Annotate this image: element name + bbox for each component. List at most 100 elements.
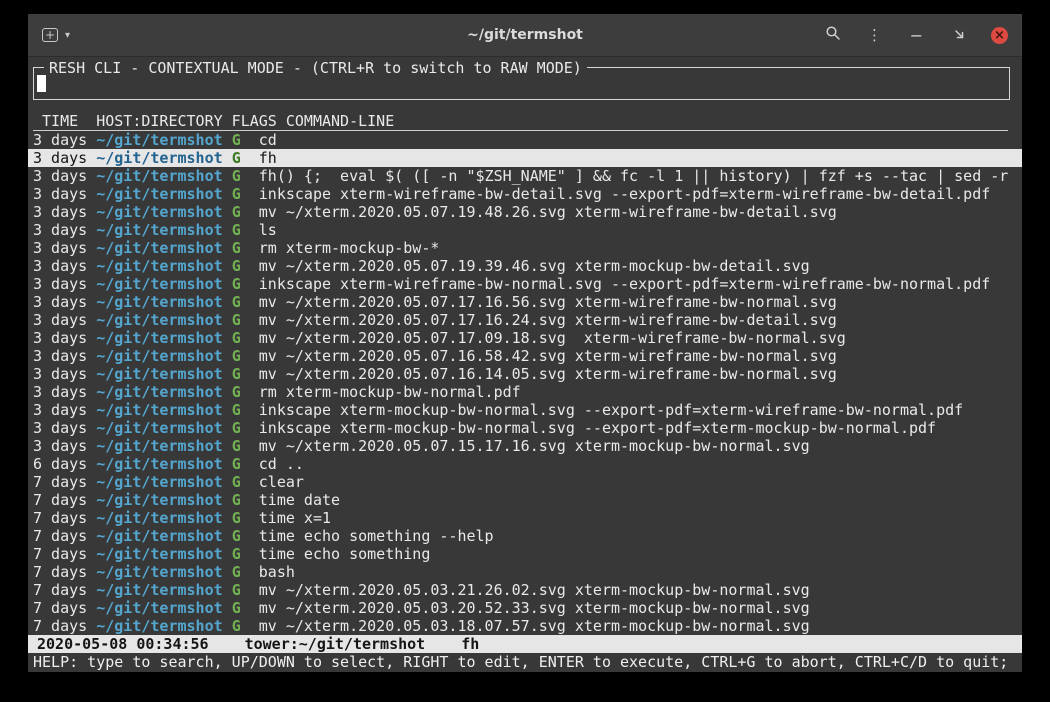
row-time: 3 days bbox=[33, 311, 87, 329]
row-time: 3 days bbox=[33, 365, 87, 383]
history-row[interactable]: 3 days ~/git/termshot G mv ~/xterm.2020.… bbox=[28, 437, 1022, 455]
history-row[interactable]: 3 days ~/git/termshot G inkscape xterm-w… bbox=[28, 275, 1022, 293]
row-host-directory: ~/git/termshot bbox=[96, 239, 222, 257]
search-button[interactable] bbox=[823, 26, 842, 45]
new-tab-button[interactable]: + ▾ bbox=[42, 28, 70, 42]
row-host-directory: ~/git/termshot bbox=[96, 509, 222, 527]
history-row[interactable]: 3 days ~/git/termshot G fh() {; eval $( … bbox=[28, 167, 1022, 185]
row-time: 3 days bbox=[33, 401, 87, 419]
row-command: mv ~/xterm.2020.05.07.19.48.26.svg xterm… bbox=[259, 203, 837, 221]
history-row[interactable]: 7 days ~/git/termshot G time x=1 bbox=[28, 509, 1022, 527]
row-time: 3 days bbox=[33, 293, 87, 311]
history-row[interactable]: 3 days ~/git/termshot G mv ~/xterm.2020.… bbox=[28, 203, 1022, 221]
history-row[interactable]: 3 days ~/git/termshot G rm xterm-mockup-… bbox=[28, 239, 1022, 257]
row-flags: G bbox=[232, 545, 241, 563]
row-host-directory: ~/git/termshot bbox=[96, 293, 222, 311]
row-host-directory: ~/git/termshot bbox=[96, 401, 222, 419]
row-command: mv ~/xterm.2020.05.07.17.16.24.svg xterm… bbox=[259, 311, 837, 329]
row-flags: G bbox=[232, 599, 241, 617]
history-row[interactable]: 6 days ~/git/termshot G cd .. bbox=[28, 455, 1022, 473]
history-row[interactable]: 3 days ~/git/termshot G mv ~/xterm.2020.… bbox=[28, 257, 1022, 275]
status-command: fh bbox=[461, 635, 479, 653]
row-flags: G bbox=[232, 473, 241, 491]
row-flags: G bbox=[232, 293, 241, 311]
search-box-title: RESH CLI - CONTEXTUAL MODE - (CTRL+R to … bbox=[44, 59, 587, 77]
history-row[interactable]: 3 days ~/git/termshot G rm xterm-mockup-… bbox=[28, 383, 1022, 401]
history-row[interactable]: 7 days ~/git/termshot G clear bbox=[28, 473, 1022, 491]
close-button[interactable]: × bbox=[991, 27, 1008, 44]
row-command: clear bbox=[259, 473, 304, 491]
row-command: mv ~/xterm.2020.05.07.17.16.56.svg xterm… bbox=[259, 293, 837, 311]
row-flags: G bbox=[232, 491, 241, 509]
row-command: time echo something bbox=[259, 545, 431, 563]
history-row[interactable]: 3 days ~/git/termshot G inkscape xterm-w… bbox=[28, 185, 1022, 203]
row-time: 3 days bbox=[33, 203, 87, 221]
row-time: 3 days bbox=[33, 185, 87, 203]
history-row[interactable]: 3 days ~/git/termshot G inkscape xterm-m… bbox=[28, 401, 1022, 419]
restore-button[interactable] bbox=[949, 26, 968, 45]
history-row[interactable]: 3 days ~/git/termshot G inkscape xterm-m… bbox=[28, 419, 1022, 437]
row-command: cd bbox=[259, 131, 277, 149]
row-flags: G bbox=[232, 149, 241, 167]
history-row[interactable]: 3 days ~/git/termshot G mv ~/xterm.2020.… bbox=[28, 311, 1022, 329]
row-command: bash bbox=[259, 563, 295, 581]
row-time: 6 days bbox=[33, 455, 87, 473]
menu-button[interactable]: ⋮ bbox=[865, 26, 884, 45]
row-command: mv ~/xterm.2020.05.07.16.58.42.svg xterm… bbox=[259, 347, 837, 365]
row-command: mv ~/xterm.2020.05.07.17.09.18.svg xterm… bbox=[259, 329, 846, 347]
row-host-directory: ~/git/termshot bbox=[96, 617, 222, 635]
text-cursor bbox=[37, 75, 46, 92]
row-host-directory: ~/git/termshot bbox=[96, 437, 222, 455]
history-row[interactable]: 3 days ~/git/termshot G cd bbox=[28, 131, 1022, 149]
history-row[interactable]: 7 days ~/git/termshot G bash bbox=[28, 563, 1022, 581]
history-row[interactable]: 7 days ~/git/termshot G time date bbox=[28, 491, 1022, 509]
minimize-icon: − bbox=[910, 26, 923, 45]
search-input-box[interactable]: RESH CLI - CONTEXTUAL MODE - (CTRL+R to … bbox=[33, 67, 1010, 100]
row-host-directory: ~/git/termshot bbox=[96, 599, 222, 617]
row-time: 3 days bbox=[33, 257, 87, 275]
row-flags: G bbox=[232, 347, 241, 365]
row-time: 7 days bbox=[33, 617, 87, 635]
history-row[interactable]: 7 days ~/git/termshot G time echo someth… bbox=[28, 545, 1022, 563]
row-time: 3 days bbox=[33, 347, 87, 365]
row-time: 7 days bbox=[33, 527, 87, 545]
row-command: time echo something --help bbox=[259, 527, 494, 545]
kebab-menu-icon: ⋮ bbox=[867, 26, 882, 45]
row-command: mv ~/xterm.2020.05.03.21.26.02.svg xterm… bbox=[259, 581, 810, 599]
search-icon bbox=[825, 25, 841, 45]
row-flags: G bbox=[232, 329, 241, 347]
chevron-down-icon[interactable]: ▾ bbox=[65, 30, 70, 41]
row-time: 3 days bbox=[33, 329, 87, 347]
history-row[interactable]: 3 days ~/git/termshot G mv ~/xterm.2020.… bbox=[28, 293, 1022, 311]
row-host-directory: ~/git/termshot bbox=[96, 347, 222, 365]
history-rows: 3 days ~/git/termshot G cd3 days ~/git/t… bbox=[28, 131, 1022, 635]
row-host-directory: ~/git/termshot bbox=[96, 131, 222, 149]
row-command: mv ~/xterm.2020.05.03.18.07.57.svg xterm… bbox=[259, 617, 810, 635]
row-host-directory: ~/git/termshot bbox=[96, 563, 222, 581]
history-row[interactable]: 3 days ~/git/termshot G mv ~/xterm.2020.… bbox=[28, 347, 1022, 365]
row-flags: G bbox=[232, 185, 241, 203]
row-host-directory: ~/git/termshot bbox=[96, 491, 222, 509]
new-tab-icon: + bbox=[42, 28, 58, 42]
row-time: 3 days bbox=[33, 131, 87, 149]
row-flags: G bbox=[232, 383, 241, 401]
row-time: 7 days bbox=[33, 581, 87, 599]
minimize-button[interactable]: − bbox=[907, 26, 926, 45]
row-host-directory: ~/git/termshot bbox=[96, 203, 222, 221]
terminal-window: + ▾ ~/git/termshot ⋮ − bbox=[28, 14, 1022, 673]
row-command: time x=1 bbox=[259, 509, 331, 527]
history-row[interactable]: 3 days ~/git/termshot G mv ~/xterm.2020.… bbox=[28, 365, 1022, 383]
history-row[interactable]: 7 days ~/git/termshot G mv ~/xterm.2020.… bbox=[28, 581, 1022, 599]
history-row[interactable]: 3 days ~/git/termshot G mv ~/xterm.2020.… bbox=[28, 329, 1022, 347]
row-host-directory: ~/git/termshot bbox=[96, 383, 222, 401]
row-time: 3 days bbox=[33, 149, 87, 167]
history-row-selected[interactable]: 3 days ~/git/termshot G fh bbox=[28, 149, 1022, 167]
row-flags: G bbox=[232, 257, 241, 275]
history-row[interactable]: 7 days ~/git/termshot G mv ~/xterm.2020.… bbox=[28, 599, 1022, 617]
row-host-directory: ~/git/termshot bbox=[96, 419, 222, 437]
history-row[interactable]: 7 days ~/git/termshot G time echo someth… bbox=[28, 527, 1022, 545]
row-host-directory: ~/git/termshot bbox=[96, 473, 222, 491]
history-row[interactable]: 7 days ~/git/termshot G mv ~/xterm.2020.… bbox=[28, 617, 1022, 635]
history-row[interactable]: 3 days ~/git/termshot G ls bbox=[28, 221, 1022, 239]
row-time: 7 days bbox=[33, 491, 87, 509]
